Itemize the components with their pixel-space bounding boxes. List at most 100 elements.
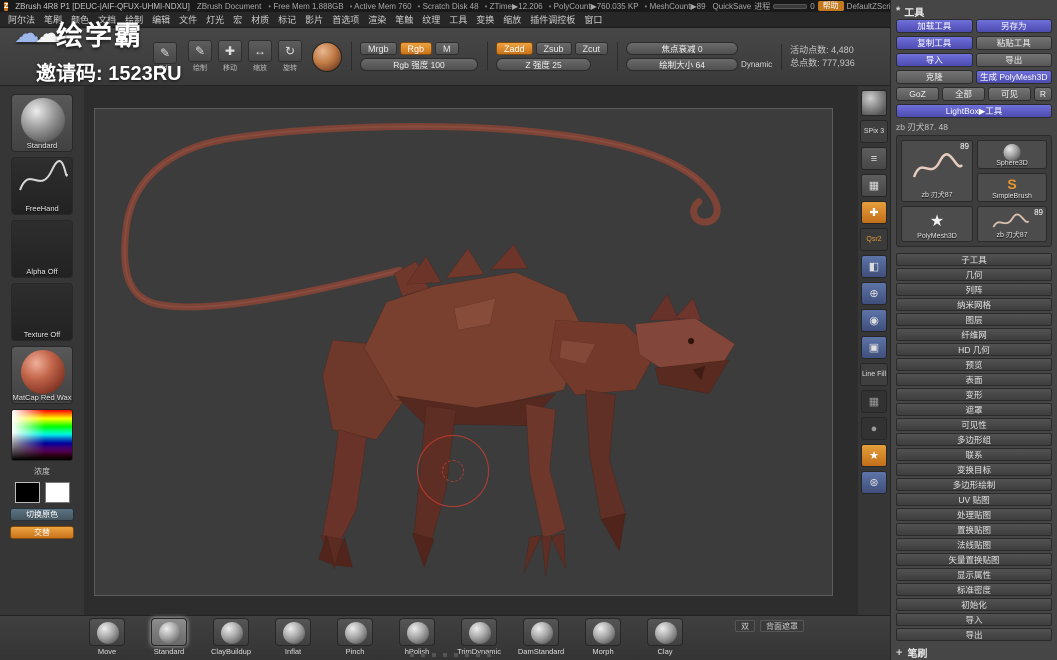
- tool-section[interactable]: 多边形组: [896, 433, 1052, 446]
- tool-section[interactable]: 法线贴图: [896, 538, 1052, 551]
- goz-visible-button[interactable]: 可见: [988, 87, 1031, 101]
- help-button[interactable]: 帮助: [817, 1, 844, 11]
- move-icon[interactable]: ✚ 移动: [217, 40, 243, 73]
- menu-item[interactable]: 影片: [305, 13, 323, 26]
- lightbox-tool-button[interactable]: LightBox▶工具: [896, 104, 1052, 118]
- document-viewport[interactable]: [94, 108, 833, 596]
- goz-all-button[interactable]: 全部: [942, 87, 985, 101]
- menu-item[interactable]: 编辑: [152, 13, 170, 26]
- quicksave-button[interactable]: QuickSave: [713, 2, 752, 11]
- material-thumbnail[interactable]: MatCap Red Wax: [11, 346, 73, 404]
- color-picker[interactable]: [11, 409, 73, 461]
- brush-palette-header[interactable]: + 笔刷: [896, 645, 1052, 660]
- tool-section[interactable]: 导出: [896, 628, 1052, 641]
- progress-bar[interactable]: [773, 3, 808, 9]
- gyro-icon[interactable]: ⊛: [861, 471, 887, 494]
- tool-palette-header[interactable]: * 工具: [896, 3, 1052, 19]
- tool-section[interactable]: 多边形绘制: [896, 478, 1052, 491]
- current-tool-thumbnail[interactable]: 89 zb 刃犬87: [901, 140, 973, 202]
- frame-icon[interactable]: ▣: [861, 336, 887, 359]
- save-as-button[interactable]: 另存为: [975, 19, 1052, 33]
- goz-r-button[interactable]: R: [1034, 87, 1052, 101]
- tool-section[interactable]: 联系: [896, 448, 1052, 461]
- quick-brush[interactable]: Clay: [644, 618, 686, 656]
- menu-item[interactable]: 灯光: [206, 13, 224, 26]
- tool-section[interactable]: 图层: [896, 313, 1052, 326]
- rotate-icon[interactable]: ↻ 旋转: [277, 40, 303, 73]
- line-fill-button[interactable]: Line Fill: [860, 363, 888, 386]
- menu-item[interactable]: 文件: [179, 13, 197, 26]
- zoom-icon[interactable]: ⊕: [861, 282, 887, 305]
- draw-icon[interactable]: ✎ 绘制: [187, 40, 213, 73]
- import-button[interactable]: 导入: [896, 53, 973, 67]
- menu-item[interactable]: 工具: [449, 13, 467, 26]
- scale-icon[interactable]: ↔ 缩放: [247, 40, 273, 73]
- focal-shift-slider[interactable]: 焦点衰减 0: [626, 42, 739, 55]
- export-button[interactable]: 导出: [975, 53, 1052, 67]
- tool-section[interactable]: 子工具: [896, 253, 1052, 266]
- rgb-intensity-slider[interactable]: Rgb 强度 100: [360, 58, 478, 71]
- previous-tool-thumbnail[interactable]: 89 zb 刃犬87: [977, 206, 1047, 242]
- quick-brush[interactable]: TrimDynamic: [457, 618, 501, 656]
- scroll-icon[interactable]: ◧: [861, 255, 887, 278]
- tool-section[interactable]: 置换贴图: [896, 523, 1052, 536]
- draw-size-slider[interactable]: 绘制大小 64: [626, 58, 739, 71]
- tool-section[interactable]: 列阵: [896, 283, 1052, 296]
- clone-button[interactable]: 克隆: [896, 70, 973, 84]
- load-tool-button[interactable]: 加载工具: [896, 19, 973, 33]
- quick-brush[interactable]: DamStandard: [518, 618, 564, 656]
- dynamic-label[interactable]: Dynamic: [741, 60, 772, 69]
- frame-grid-icon[interactable]: ▦: [861, 174, 887, 197]
- tool-section[interactable]: 变换目标: [896, 463, 1052, 476]
- material-icon[interactable]: ●: [861, 417, 887, 440]
- zadd-button[interactable]: Zadd: [496, 42, 533, 55]
- quick-brush[interactable]: Pinch: [334, 618, 376, 656]
- sphere3d-thumbnail[interactable]: Sphere3D: [977, 140, 1047, 169]
- paint-icon[interactable]: ✚: [861, 201, 887, 224]
- make-polymesh3d-button[interactable]: 生成 PolyMesh3D: [975, 70, 1052, 84]
- copy-tool-button[interactable]: 复制工具: [896, 36, 973, 50]
- quick-brush[interactable]: Standard: [148, 618, 190, 656]
- quick-brush[interactable]: Morph: [582, 618, 624, 656]
- tool-section[interactable]: 可见性: [896, 418, 1052, 431]
- menu-item[interactable]: 渲染: [368, 13, 386, 26]
- backface-mask-button[interactable]: 背面遮罩: [760, 620, 804, 632]
- stroke-thumbnail[interactable]: FreeHand: [11, 157, 73, 215]
- menu-item[interactable]: 宏: [233, 13, 242, 26]
- alpha-thumbnail[interactable]: Alpha Off: [11, 220, 73, 278]
- paste-tool-button[interactable]: 粘贴工具: [975, 36, 1052, 50]
- menu-item[interactable]: 笔触: [395, 13, 413, 26]
- quick-brush[interactable]: ClayBuildup: [210, 618, 252, 656]
- switch-color-button[interactable]: 切换原色: [10, 508, 74, 521]
- dual-button[interactable]: 双: [735, 620, 755, 632]
- spix-slider[interactable]: SPix 3: [860, 120, 888, 143]
- menu-item[interactable]: 缩放: [503, 13, 521, 26]
- goz-button[interactable]: GoZ: [896, 87, 939, 101]
- quick-brush[interactable]: hPolish: [396, 618, 438, 656]
- quick-brush[interactable]: Inflat: [272, 618, 314, 656]
- zscript-label[interactable]: DefaultZScript: [847, 2, 890, 11]
- tool-section[interactable]: 显示属性: [896, 568, 1052, 581]
- rgb-button[interactable]: Rgb: [399, 42, 433, 55]
- zsub-button[interactable]: Zsub: [535, 42, 572, 55]
- menu-item[interactable]: 材质: [251, 13, 269, 26]
- tool-section[interactable]: 导入: [896, 613, 1052, 626]
- tool-section[interactable]: UV 贴图: [896, 493, 1052, 506]
- tool-section[interactable]: 处理贴图: [896, 508, 1052, 521]
- tool-section[interactable]: 遮罩: [896, 403, 1052, 416]
- tool-section[interactable]: 变形: [896, 388, 1052, 401]
- menu-item[interactable]: 插件调控板: [530, 13, 575, 26]
- grid-icon[interactable]: ▦: [861, 390, 887, 413]
- menu-item[interactable]: 变换: [476, 13, 494, 26]
- simplebrush-thumbnail[interactable]: S SimpleBrush: [977, 173, 1047, 202]
- tool-section[interactable]: 表面: [896, 373, 1052, 386]
- preferences-icon[interactable]: ≡: [861, 147, 887, 170]
- mrgb-button[interactable]: Mrgb: [360, 42, 397, 55]
- secondary-color-swatch[interactable]: [44, 482, 70, 503]
- primary-color-swatch[interactable]: [14, 482, 40, 503]
- quicksketch-button[interactable]: Qsr2: [860, 228, 888, 251]
- tool-section[interactable]: 几何: [896, 268, 1052, 281]
- alt-color-button[interactable]: 交替: [10, 526, 74, 539]
- menu-item[interactable]: 标记: [278, 13, 296, 26]
- tool-section[interactable]: 预览: [896, 358, 1052, 371]
